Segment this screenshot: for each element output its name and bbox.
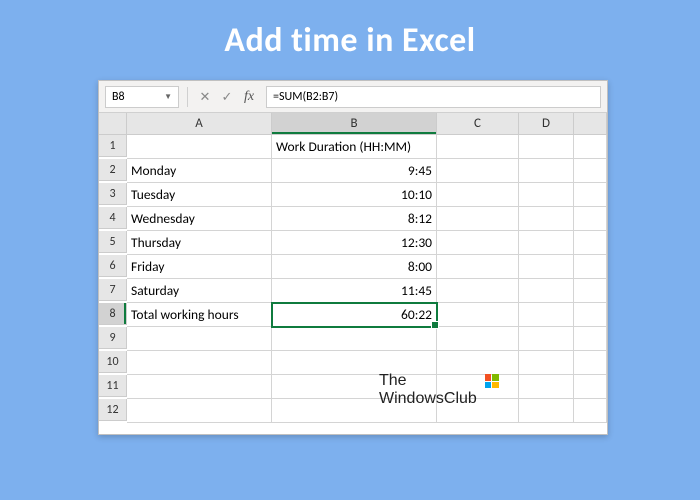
cell-a8[interactable]: Total working hours [127,303,272,327]
cell-e9[interactable] [574,327,607,351]
cell-a2[interactable]: Monday [127,159,272,183]
row-header-5[interactable]: 5 [99,231,127,253]
cell-d8[interactable] [519,303,574,327]
cell-d10[interactable] [519,351,574,375]
cell-e3[interactable] [574,183,607,207]
row-header-10[interactable]: 10 [99,351,127,373]
fx-icon[interactable]: fx [240,88,258,106]
spreadsheet-grid[interactable]: A B C D 1 Work Duration (HH:MM) 2 Monday… [99,113,607,423]
name-box[interactable]: B8 ▼ [105,86,179,108]
excel-window: B8 ▼ ✕ ✓ fx =SUM(B2:B7) A B C D 1 Work D… [98,80,608,435]
cell-e11[interactable] [574,375,607,399]
cell-d4[interactable] [519,207,574,231]
col-header-b[interactable]: B [272,113,437,135]
cell-a5[interactable]: Thursday [127,231,272,255]
cell-a7[interactable]: Saturday [127,279,272,303]
col-header-c[interactable]: C [437,113,519,135]
cancel-icon[interactable]: ✕ [196,88,214,106]
row-header-7[interactable]: 7 [99,279,127,301]
select-all-corner[interactable] [99,113,127,135]
cell-c5[interactable] [437,231,519,255]
cell-d3[interactable] [519,183,574,207]
cell-e6[interactable] [574,255,607,279]
cell-d9[interactable] [519,327,574,351]
cell-e5[interactable] [574,231,607,255]
cell-e12[interactable] [574,399,607,423]
cell-e4[interactable] [574,207,607,231]
cell-c6[interactable] [437,255,519,279]
col-header-extra[interactable] [574,113,607,135]
cell-b11[interactable] [272,375,437,399]
cell-b12[interactable] [272,399,437,423]
formula-bar: B8 ▼ ✕ ✓ fx =SUM(B2:B7) [99,81,607,113]
cell-e2[interactable] [574,159,607,183]
row-header-1[interactable]: 1 [99,135,127,157]
cell-a11[interactable] [127,375,272,399]
cell-c1[interactable] [437,135,519,159]
row-header-9[interactable]: 9 [99,327,127,349]
cell-a4[interactable]: Wednesday [127,207,272,231]
cell-b6[interactable]: 8:00 [272,255,437,279]
cell-c11[interactable] [437,375,519,399]
cell-a1[interactable] [127,135,272,159]
cell-d2[interactable] [519,159,574,183]
cell-c8[interactable] [437,303,519,327]
cell-b1[interactable]: Work Duration (HH:MM) [272,135,437,159]
cell-e1[interactable] [574,135,607,159]
cell-d7[interactable] [519,279,574,303]
cell-d5[interactable] [519,231,574,255]
cell-a6[interactable]: Friday [127,255,272,279]
col-header-a[interactable]: A [127,113,272,135]
cell-c10[interactable] [437,351,519,375]
cell-a12[interactable] [127,399,272,423]
row-header-11[interactable]: 11 [99,375,127,397]
cell-a10[interactable] [127,351,272,375]
cell-b4[interactable]: 8:12 [272,207,437,231]
row-header-8[interactable]: 8 [99,303,127,325]
cell-e8[interactable] [574,303,607,327]
cell-c4[interactable] [437,207,519,231]
row-header-3[interactable]: 3 [99,183,127,205]
row-header-6[interactable]: 6 [99,255,127,277]
cell-b10[interactable] [272,351,437,375]
page-title: Add time in Excel [0,0,700,61]
chevron-down-icon[interactable]: ▼ [164,92,172,102]
formula-input[interactable]: =SUM(B2:B7) [266,86,601,108]
cell-b3[interactable]: 10:10 [272,183,437,207]
formula-text: =SUM(B2:B7) [273,90,338,104]
name-box-value: B8 [112,90,125,104]
cell-c3[interactable] [437,183,519,207]
cell-b2[interactable]: 9:45 [272,159,437,183]
cell-e7[interactable] [574,279,607,303]
divider [187,87,188,107]
cell-a3[interactable]: Tuesday [127,183,272,207]
cell-c7[interactable] [437,279,519,303]
cell-c2[interactable] [437,159,519,183]
cell-b8[interactable]: 60:22 [272,303,437,327]
cell-b9[interactable] [272,327,437,351]
cell-b7[interactable]: 11:45 [272,279,437,303]
row-header-4[interactable]: 4 [99,207,127,229]
check-icon[interactable]: ✓ [218,88,236,106]
cell-d11[interactable] [519,375,574,399]
col-header-d[interactable]: D [519,113,574,135]
cell-b5[interactable]: 12:30 [272,231,437,255]
row-header-2[interactable]: 2 [99,159,127,181]
cell-c9[interactable] [437,327,519,351]
cell-d6[interactable] [519,255,574,279]
cell-d1[interactable] [519,135,574,159]
row-header-12[interactable]: 12 [99,399,127,421]
cell-c12[interactable] [437,399,519,423]
cell-d12[interactable] [519,399,574,423]
cell-e10[interactable] [574,351,607,375]
cell-a9[interactable] [127,327,272,351]
